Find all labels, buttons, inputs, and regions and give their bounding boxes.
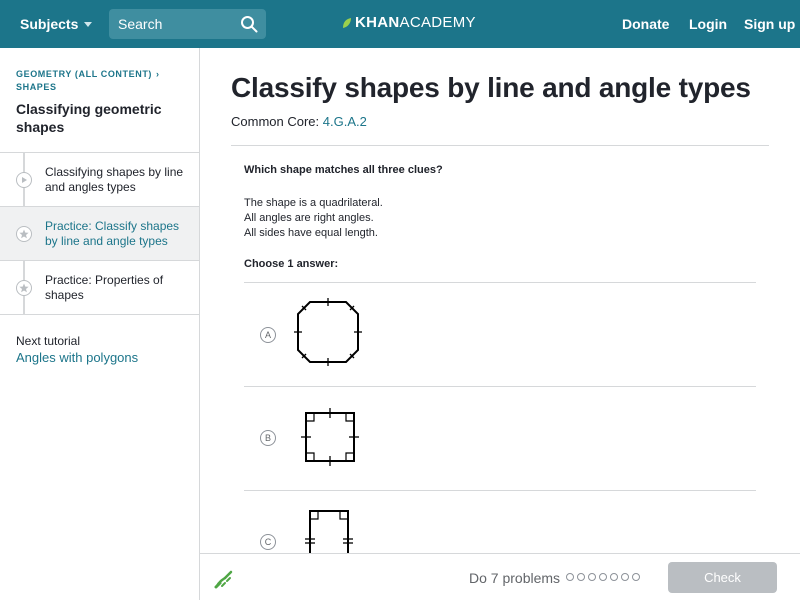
answer-option-b[interactable]: B <box>244 387 756 489</box>
progress-dot <box>566 573 574 581</box>
leaf-icon <box>343 17 351 28</box>
tutorial-item-practice-classify[interactable]: Practice: Classify shapes by line and an… <box>0 207 199 261</box>
clue-list: The shape is a quadrilateral. All angles… <box>244 196 383 241</box>
next-tutorial-label: Next tutorial <box>16 334 81 348</box>
play-icon <box>16 172 32 188</box>
option-letter-badge[interactable]: C <box>260 534 276 550</box>
choose-answer-label: Choose 1 answer: <box>244 258 339 270</box>
login-link[interactable]: Login <box>689 0 727 48</box>
tutorial-item-list: Classifying shapes by line and angles ty… <box>0 152 199 315</box>
signup-link[interactable]: Sign up <box>744 0 795 48</box>
rectangle-shape <box>305 510 353 553</box>
progress-dots <box>566 573 640 581</box>
tutorial-title: Classifying geometric shapes <box>16 101 162 135</box>
breadcrumb: GEOMETRY (ALL CONTENT) › SHAPES <box>16 68 186 94</box>
common-core-standard: Common Core: 4.G.A.2 <box>231 114 367 129</box>
question-text: Which shape matches all three clues? <box>244 164 443 176</box>
caret-down-icon <box>84 21 93 27</box>
check-button[interactable]: Check <box>668 562 777 593</box>
tutorial-item-video[interactable]: Classifying shapes by line and angles ty… <box>0 153 199 207</box>
breadcrumb-link-geometry[interactable]: GEOMETRY (ALL CONTENT) <box>16 69 152 79</box>
progress-dot <box>599 573 607 581</box>
page-title: Classify shapes by line and angle types <box>231 72 751 103</box>
subjects-menu-button[interactable]: Subjects <box>20 0 93 48</box>
logo-khan-text: KHAN <box>355 14 400 31</box>
clue-item: The shape is a quadrilateral. <box>244 197 383 209</box>
square-shape <box>301 408 359 466</box>
progress-dot <box>632 573 640 581</box>
option-letter-badge[interactable]: B <box>260 430 276 446</box>
top-navigation-bar: Subjects KHAN ACADEMY Donate Login Sign … <box>0 0 800 48</box>
clue-item: All sides have equal length. <box>244 227 378 239</box>
star-icon <box>16 226 32 242</box>
tutorial-item-label: Practice: Classify shapes by line and an… <box>45 219 180 248</box>
breadcrumb-link-shapes[interactable]: SHAPES <box>16 81 186 94</box>
answer-option-c[interactable]: C <box>244 491 756 553</box>
progress-dot <box>588 573 596 581</box>
tutorial-item-practice-properties[interactable]: Practice: Properties of shapes <box>0 261 199 315</box>
option-letter-badge[interactable]: A <box>260 327 276 343</box>
divider <box>231 145 769 146</box>
progress-dot <box>577 573 585 581</box>
tutorial-item-label: Classifying shapes by line and angles ty… <box>45 165 184 194</box>
tutorial-sidebar: GEOMETRY (ALL CONTENT) › SHAPES Classifyi… <box>0 48 200 600</box>
logo-academy-text: ACADEMY <box>399 14 476 31</box>
answer-option-a[interactable]: A <box>244 283 756 385</box>
tutorial-item-label: Practice: Properties of shapes <box>45 273 164 302</box>
search-icon[interactable] <box>240 15 258 33</box>
chevron-right-icon: › <box>156 69 160 79</box>
clue-item: All angles are right angles. <box>244 212 374 224</box>
star-icon <box>16 280 32 296</box>
exercise-footer: Do 7 problems Check <box>200 553 800 600</box>
donate-link[interactable]: Donate <box>622 0 669 48</box>
problems-count-label: Do 7 problems <box>469 570 561 586</box>
khan-academy-logo[interactable]: KHAN ACADEMY <box>342 14 476 31</box>
progress-dot <box>621 573 629 581</box>
standard-prefix: Common Core: <box>231 114 320 129</box>
next-tutorial-link[interactable]: Angles with polygons <box>16 350 138 365</box>
octagon-shape <box>294 298 362 366</box>
standard-code-link[interactable]: 4.G.A.2 <box>323 114 367 129</box>
search-input[interactable] <box>109 16 229 32</box>
progress-dot <box>610 573 618 581</box>
hint-scratchpad-icon[interactable] <box>213 568 235 590</box>
search-box[interactable] <box>109 9 266 39</box>
subjects-label: Subjects <box>20 16 79 32</box>
